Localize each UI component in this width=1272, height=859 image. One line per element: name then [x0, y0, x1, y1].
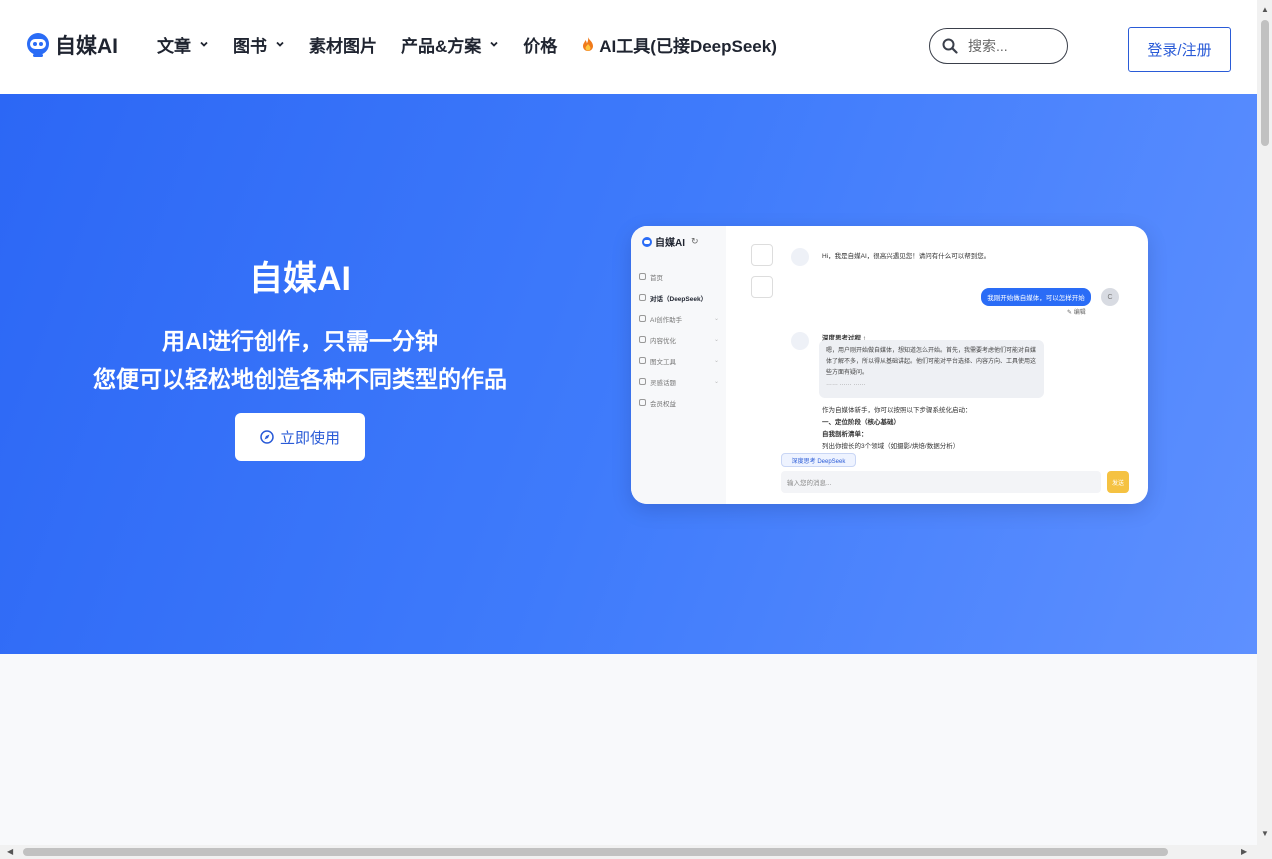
preview-sidebar: 自媒AI ↻ 首页 对话（DeepSeek） AI创作助手 ⌄ 内容优化 ⌄ 图文工… — [631, 226, 726, 504]
hero-subtitle-line2: 您便可以轻松地创造各种不同类型的作品 — [93, 366, 507, 392]
hero-title: 自媒AI — [249, 260, 351, 298]
think-text: 嗯，用户刚开始做自媒体，想知道怎么开始。首先，我需要考虑他们可能对自媒体了解不多… — [826, 348, 1037, 376]
vertical-scroll-thumb[interactable] — [1261, 20, 1269, 146]
app-preview: 自媒AI ↻ 首页 对话（DeepSeek） AI创作助手 ⌄ 内容优化 ⌄ 图文工… — [631, 226, 1148, 504]
chevron-down-icon: ⌄ — [713, 379, 719, 385]
preview-menu-item: 会员权益 — [639, 392, 719, 413]
brand-logo[interactable]: 自媒AI — [24, 30, 118, 60]
preview-greeting: Hi，我是自媒AI，很高兴遇见您！请问有什么可以帮到您。 — [822, 253, 991, 260]
idea-icon — [639, 378, 646, 385]
start-now-label: 立即使用 — [279, 429, 340, 447]
user-avatar: C — [1101, 288, 1119, 306]
preview-think-box: 嗯，用户刚开始做自媒体，想知道怎么开始。首先，我需要考虑他们可能对自媒体了解不多… — [819, 340, 1044, 398]
brand-name: 自媒AI — [55, 35, 118, 58]
nav-item-products[interactable]: 产品&方案 — [401, 32, 499, 56]
nav-item-books[interactable]: 图书 — [233, 32, 285, 56]
new-chat-icon — [751, 244, 773, 266]
preview-menu-item: 对话（DeepSeek） — [639, 287, 719, 308]
main-nav: 文章 图书 素材图片 产品&方案 价格 AI工具(已接DeepSeek) — [157, 32, 801, 56]
preview-menu-item: 灵感话题 ⌄ — [639, 371, 719, 392]
hero-subtitle-line1: 用AI进行创作，只需一分钟 — [162, 328, 438, 354]
chevron-down-icon: ⌄ — [713, 337, 719, 343]
answer-line: 作为自媒体新手，你可以按照以下步骤系统化启动： — [822, 407, 972, 414]
preview-menu-label: 灵感话题 — [650, 379, 676, 387]
preview-user-message: 我刚开始做自媒体，可以怎样开始 — [981, 288, 1091, 306]
preview-menu-item: 内容优化 ⌄ — [639, 329, 719, 350]
preview-menu-label: 图文工具 — [650, 358, 676, 366]
robot-icon — [642, 236, 652, 247]
bot-avatar — [791, 332, 809, 350]
robot-icon — [27, 33, 49, 57]
home-icon — [639, 273, 646, 280]
bot-avatar — [791, 248, 809, 266]
scroll-right-arrow-icon[interactable]: ▶ — [1241, 847, 1247, 856]
scroll-up-arrow-icon[interactable]: ▲ — [1261, 5, 1269, 14]
chevron-down-icon: ⌄ — [713, 358, 719, 364]
preview-logo-text: 自媒AI — [655, 238, 685, 249]
start-now-button[interactable]: 立即使用 — [235, 413, 365, 461]
optimize-icon — [639, 336, 646, 343]
preview-edit: ✎ 编辑 — [1067, 310, 1086, 316]
assistant-icon — [639, 315, 646, 322]
compass-icon — [260, 430, 274, 444]
answer-line: 一、定位阶段（核心基础） — [822, 419, 900, 426]
preview-menu-label: 会员权益 — [650, 400, 676, 408]
chevron-down-icon — [490, 41, 498, 47]
nav-label: 价格 — [523, 36, 558, 56]
preview-menu-label: 内容优化 — [650, 337, 676, 345]
nav-item-articles[interactable]: 文章 — [157, 32, 209, 56]
preview-menu-item: AI创作助手 ⌄ — [639, 308, 719, 329]
search-box[interactable] — [929, 28, 1068, 64]
nav-label: 图书 — [233, 36, 267, 56]
chat-icon — [639, 294, 646, 301]
preview-menu-item: 图文工具 ⌄ — [639, 350, 719, 371]
answer-line: 列出你擅长的3个领域（如摄影/烘焙/数据分析） — [822, 443, 960, 450]
nav-item-ai-tools[interactable]: AI工具(已接DeepSeek) — [581, 32, 777, 56]
nav-label: 产品&方案 — [401, 36, 482, 56]
preview-menu-item: 首页 — [639, 266, 719, 287]
history-icon — [751, 276, 773, 298]
chevron-down-icon — [200, 41, 208, 47]
vip-icon — [639, 399, 646, 406]
chevron-down-icon — [276, 41, 284, 47]
preview-input: 输入您的消息... — [781, 471, 1101, 493]
scroll-left-arrow-icon[interactable]: ◀ — [7, 847, 13, 856]
chevron-down-icon: ⌄ — [713, 316, 719, 322]
nav-item-pricing[interactable]: 价格 — [523, 32, 557, 56]
search-input[interactable] — [968, 38, 1058, 54]
nav-item-images[interactable]: 素材图片 — [309, 32, 377, 56]
search-icon — [942, 38, 958, 54]
deep-think-toggle: 深度思考 DeepSeek — [781, 453, 856, 467]
preview-menu: 首页 对话（DeepSeek） AI创作助手 ⌄ 内容优化 ⌄ 图文工具 ⌄ 灵感话题… — [639, 266, 719, 413]
preview-menu-label: AI创作助手 — [650, 316, 683, 324]
nav-label: AI工具(已接DeepSeek) — [599, 36, 777, 56]
login-register-button[interactable]: 登录/注册 — [1128, 27, 1231, 72]
hero-section: 自媒AI 用AI进行创作，只需一分钟 您便可以轻松地创造各种不同类型的作品 立即… — [0, 94, 1257, 654]
fire-icon — [583, 37, 594, 51]
think-ellipsis: …… …… …… — [826, 381, 866, 387]
horizontal-scroll-thumb[interactable] — [23, 848, 1168, 856]
answer-line: 自我剖析清单： — [822, 431, 868, 438]
preview-logo: 自媒AI ↻ — [641, 234, 699, 249]
preview-menu-label: 对话（DeepSeek） — [650, 295, 708, 303]
nav-label: 文章 — [157, 36, 191, 56]
refresh-icon: ↻ — [691, 236, 699, 246]
scroll-down-arrow-icon[interactable]: ▼ — [1261, 829, 1269, 838]
nav-label: 素材图片 — [309, 36, 377, 56]
preview-send-button: 发送 — [1107, 471, 1129, 493]
site-header: 自媒AI 文章 图书 素材图片 产品&方案 价格 AI工具(已接DeepSeek… — [0, 0, 1257, 94]
image-icon — [639, 357, 646, 364]
preview-menu-label: 首页 — [650, 274, 663, 282]
edit-label: 编辑 — [1073, 310, 1086, 316]
